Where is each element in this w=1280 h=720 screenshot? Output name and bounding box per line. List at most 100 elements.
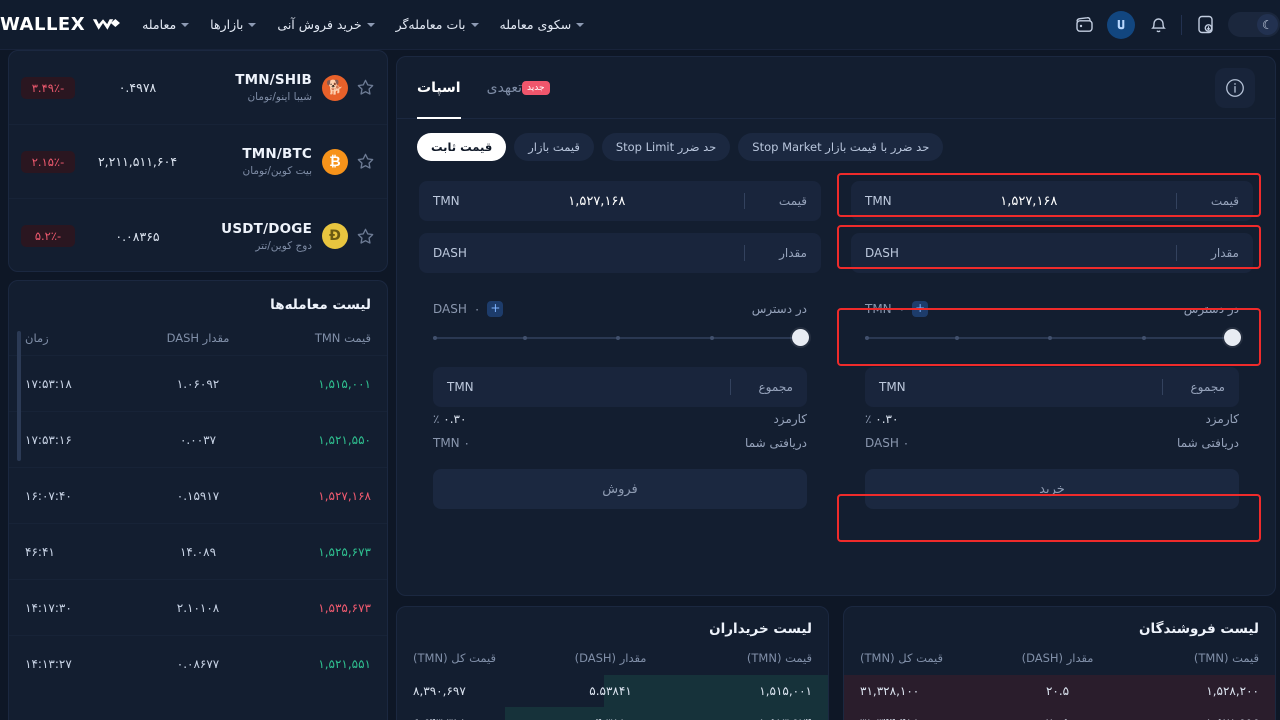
- field-separator: [744, 193, 745, 209]
- table-row[interactable]: ۱,۵۲۸,۲۰۰ ۲۰.۵ ۳۱,۳۲۸,۱۰۰: [844, 675, 1275, 707]
- wallex-logo[interactable]: WALLEX: [0, 14, 122, 35]
- buy-fee-value-group: ۰.۳۰ ٪: [865, 412, 898, 426]
- order-type-stop-limit[interactable]: حد ضرر Stop Limit: [601, 133, 731, 161]
- table-row[interactable]: ۱,۵۲۱,۵۵۱ ۰.۰۸۶۷۷ ۱۴:۱۳:۲۷: [9, 635, 387, 691]
- buy-order-total: ۶,۶۴۳,۳۱۸: [413, 716, 545, 720]
- slider-tick: [432, 336, 437, 340]
- tab-margin[interactable]: جدید تعهدی: [487, 57, 555, 119]
- buy-amount-slider[interactable]: [864, 327, 1241, 349]
- tab-label: تعهدی: [486, 79, 523, 96]
- sell-order-price: ۱,۵۲۸,۹۹۶: [1123, 716, 1259, 720]
- sell-form: قیمت ۱,۵۲۷,۱۶۸ TMN مقدار DASH در دسترس +…: [411, 173, 829, 517]
- coin-icon-btc: ₿: [322, 148, 348, 175]
- nav-link-markets[interactable]: بازارها: [210, 17, 257, 32]
- buyers-col-price: قیمت (TMN): [746, 651, 812, 665]
- slider-handle[interactable]: [1224, 329, 1241, 346]
- slider-tick: [522, 336, 527, 340]
- market-row[interactable]: ₿ TMN/BTC بیت کوین/تومان ۲,۲۱۱,۵۱۱,۶۰۴ -…: [9, 125, 387, 199]
- nav-link-trading-bot[interactable]: بات معامله‌گر: [396, 17, 479, 32]
- sell-receive-label: دریافتی شما: [745, 436, 807, 450]
- trade-time: ۱۶:۰۷:۴۰: [25, 488, 72, 503]
- trade-price: ۱,۵۲۱,۵۵۰: [318, 432, 371, 447]
- slider-tick: [616, 336, 620, 340]
- market-pair: TMN/SHIB: [235, 72, 312, 88]
- notification-bell-icon[interactable]: [1143, 10, 1173, 40]
- sell-total-field[interactable]: مجموع TMN: [433, 367, 807, 407]
- table-row[interactable]: ۱,۵۲۷,۱۶۸ ۰.۱۵۹۱۷ ۱۶:۰۷:۴۰: [9, 467, 387, 523]
- sell-total-label: مجموع: [758, 380, 793, 394]
- market-change-badge: -۲.۱۵٪: [21, 150, 75, 173]
- sell-amount-slider[interactable]: [432, 327, 809, 349]
- trades-col-time: زمان: [25, 331, 49, 345]
- nav-links: سکوی معامله بات معامله‌گر خرید فروش آنی …: [142, 17, 585, 32]
- sell-price-input[interactable]: ۱,۵۲۷,۱۶۸: [460, 194, 734, 209]
- buy-available-label: در دسترس: [1183, 302, 1239, 316]
- plus-icon[interactable]: +: [487, 301, 504, 317]
- order-type-stop-market[interactable]: حد ضرر با قیمت بازار Stop Market: [738, 133, 944, 161]
- wallet-icon[interactable]: [1069, 10, 1099, 40]
- trading-page: ☾: [0, 0, 1280, 720]
- slider-track: [865, 337, 1239, 339]
- sell-amount-field[interactable]: مقدار DASH: [419, 233, 821, 273]
- sell-receive-unit: TMN: [433, 436, 460, 450]
- info-icon[interactable]: [1215, 67, 1255, 108]
- table-row[interactable]: ۱,۵۲۵,۶۷۳ ۱۴.۰۸۹ ۴۶:۴۱: [9, 523, 387, 579]
- sell-button[interactable]: فروش: [433, 469, 807, 509]
- buy-price-field[interactable]: قیمت ۱,۵۲۷,۱۶۸ TMN: [851, 181, 1253, 221]
- buy-total-field[interactable]: مجموع TMN: [865, 367, 1239, 407]
- buy-fee-row: کارمزد ۰.۳۰ ٪: [851, 407, 1253, 431]
- nav-link-instant-trade[interactable]: خرید فروش آنی: [277, 17, 375, 32]
- sell-fee-label: کارمزد: [773, 412, 807, 426]
- toman-balance-badge[interactable]: [1107, 10, 1135, 39]
- sell-receive-value-group: ۰ TMN: [433, 436, 470, 450]
- nav-link-label: معامله: [142, 17, 177, 32]
- favorite-star-icon[interactable]: [356, 152, 375, 171]
- market-fa-name: شیبا اینو/تومان: [247, 91, 312, 103]
- favorite-star-icon[interactable]: [356, 78, 375, 97]
- nav-link-label: بات معامله‌گر: [395, 17, 466, 32]
- trade-time: ۴۶:۴۱: [25, 544, 55, 559]
- nav-primary: سکوی معامله بات معامله‌گر خرید فروش آنی …: [0, 14, 598, 35]
- mobile-app-icon[interactable]: [1190, 10, 1220, 40]
- nav-link-platform[interactable]: سکوی معامله: [500, 17, 585, 32]
- sell-fee-value-group: ۰.۳۰ ٪: [433, 412, 466, 426]
- chevron-down-icon: [470, 22, 479, 27]
- trade-price: ۱,۵۲۵,۶۷۳: [318, 544, 371, 559]
- table-row[interactable]: ۱,۵۲۱,۵۵۰ ۰.۰۰۳۷ ۱۷:۵۳:۱۶: [9, 411, 387, 467]
- sell-fee-row: کارمزد ۰.۳۰ ٪: [419, 407, 821, 431]
- table-row[interactable]: ۱,۵۱۵,۰۰۱ ۱.۰۶۰۹۲ ۱۷:۵۳:۱۸: [9, 355, 387, 411]
- buy-order-price: ۱,۵۱۵,۰۰۱: [759, 684, 812, 698]
- wallex-logo-icon: [92, 18, 121, 30]
- table-row[interactable]: ۱,۵۲۸,۹۹۶ ۲۰.۵ ۳۱,۳۴۴,۴۱۸: [844, 707, 1275, 720]
- table-row[interactable]: ۱,۵۱۵,۰۰۱ ۵.۵۳۸۴۱ ۸,۳۹۰,۶۹۷: [397, 675, 828, 707]
- tab-label: اسپات: [417, 79, 461, 96]
- trades-scrollbar[interactable]: [17, 331, 21, 461]
- plus-icon[interactable]: +: [912, 301, 929, 317]
- order-type-limit[interactable]: قیمت ثابت: [417, 133, 507, 161]
- buy-total-unit: TMN: [879, 380, 906, 394]
- buy-price-input[interactable]: ۱,۵۲۷,۱۶۸: [892, 194, 1166, 209]
- sell-order-total: ۳۱,۳۲۸,۱۰۰: [860, 684, 920, 698]
- trades-list-panel: لیست معامله‌ها قیمت TMN مقدار DASH زمان …: [8, 280, 388, 720]
- market-price: ۲,۲۱۱,۵۱۱,۶۰۴: [97, 154, 178, 169]
- theme-toggle[interactable]: ☾: [1228, 12, 1280, 37]
- sellers-col-total: قیمت کل (TMN): [860, 651, 943, 665]
- market-pair: TMN/BTC: [242, 146, 312, 162]
- buy-fee-label: کارمزد: [1205, 412, 1239, 426]
- market-fa-name: بیت کوین/تومان: [242, 165, 313, 177]
- nav-link-trade[interactable]: معامله: [142, 17, 190, 32]
- trades-title: لیست معامله‌ها: [270, 297, 371, 313]
- order-type-market[interactable]: قیمت بازار: [514, 133, 594, 161]
- buy-button[interactable]: خرید: [865, 469, 1239, 509]
- favorite-star-icon[interactable]: [356, 227, 375, 246]
- market-row[interactable]: 🐕 TMN/SHIB شیبا اینو/تومان ۰.۴۹۷۸ -۳.۴۹٪: [9, 51, 387, 125]
- sell-price-field[interactable]: قیمت ۱,۵۲۷,۱۶۸ TMN: [419, 181, 821, 221]
- slider-handle[interactable]: [792, 329, 809, 346]
- tab-spot[interactable]: اسپات: [417, 57, 461, 119]
- buy-order-amount: ۴.۳۸۸: [545, 716, 677, 720]
- table-row[interactable]: ۱,۵۳۵,۶۷۳ ۲.۱۰۱۰۸ ۱۴:۱۷:۳۰: [9, 579, 387, 635]
- market-row[interactable]: Ð USDT/DOGE دوج کوین/تتر ۰.۰۸۳۶۵ -۵.۲٪: [9, 199, 387, 271]
- buy-amount-field[interactable]: مقدار DASH: [851, 233, 1253, 273]
- order-books: لیست فروشندگان قیمت (TMN) مقدار (DASH) ق…: [396, 606, 1276, 720]
- table-row[interactable]: ۱,۵۱۳,۹۷۴ ۴.۳۸۸ ۶,۶۴۳,۳۱۸: [397, 707, 828, 720]
